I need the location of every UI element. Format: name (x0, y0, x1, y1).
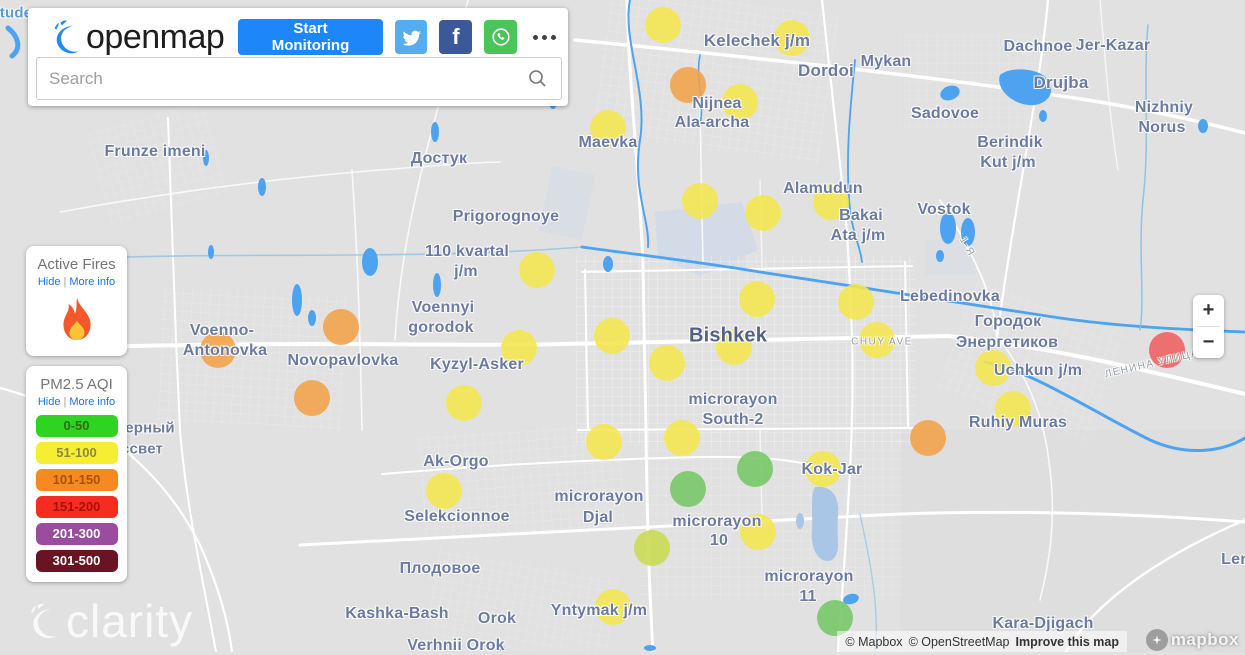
mapbox-attribution: © Mapbox (845, 634, 903, 649)
facebook-icon: f (452, 24, 460, 49)
aqi-marker[interactable] (595, 589, 631, 625)
more-options-button[interactable] (531, 29, 558, 46)
aqi-marker[interactable] (200, 332, 236, 368)
aqi-legend-item: 51-100 (35, 442, 118, 464)
aqi-marker[interactable] (1149, 332, 1185, 368)
aqi-marker[interactable] (670, 471, 706, 507)
active-fires-title: Active Fires (37, 256, 116, 273)
active-fires-more-info-link[interactable]: More info (69, 276, 115, 288)
map-attribution: © Mapbox © OpenStreetMap Improve this ma… (837, 631, 1127, 652)
aqi-marker[interactable] (670, 67, 706, 103)
aqi-marker[interactable] (634, 530, 670, 566)
active-fires-hide-link[interactable]: Hide (38, 276, 61, 288)
aqi-marker[interactable] (995, 391, 1031, 427)
aqi-marker[interactable] (586, 424, 622, 460)
aqi-marker[interactable] (645, 7, 681, 43)
facebook-button[interactable]: f (439, 20, 473, 54)
search-box (36, 57, 562, 100)
search-icon[interactable] (527, 68, 549, 90)
aqi-legend-card: PM2.5 AQI Hide | More info 0-50 51-100 101-1… (26, 366, 127, 582)
aqi-marker[interactable] (722, 84, 758, 120)
aqi-marker[interactable] (664, 420, 700, 456)
aqi-marker[interactable] (910, 420, 946, 456)
mapbox-logo-icon (1145, 629, 1168, 651)
active-fires-card: Active Fires Hide | More info (26, 246, 127, 356)
aqi-marker[interactable] (859, 322, 895, 358)
aqi-legend-item: 301-500 (35, 550, 118, 572)
aqi-marker[interactable] (774, 20, 810, 56)
aqi-marker[interactable] (649, 345, 685, 381)
whatsapp-button[interactable] (484, 20, 517, 54)
aqi-marker[interactable] (501, 330, 537, 366)
aqi-legend-more-info-link[interactable]: More info (69, 396, 115, 408)
mapbox-logo[interactable]: mapbox (1145, 629, 1239, 651)
aqi-marker[interactable] (745, 195, 781, 231)
osm-attribution: © OpenStreetMap (908, 634, 1010, 649)
twitter-icon (401, 27, 421, 47)
fire-icon (26, 296, 127, 349)
improve-this-map-link[interactable]: Improve this map (1016, 635, 1120, 649)
aqi-marker[interactable] (519, 252, 555, 288)
start-monitoring-button[interactable]: Start Monitoring (238, 19, 383, 55)
aqi-legend-item: 101-150 (35, 469, 118, 491)
header-card: openmap Start Monitoring f (28, 8, 568, 106)
aqi-marker[interactable] (739, 281, 775, 317)
aqi-legend-item: 201-300 (35, 523, 118, 545)
aqi-marker[interactable] (294, 380, 330, 416)
aqi-legend-hide-link[interactable]: Hide (38, 396, 61, 408)
aqi-marker[interactable] (426, 473, 462, 509)
aqi-marker[interactable] (813, 184, 849, 220)
aqi-marker[interactable] (737, 451, 773, 487)
aqi-marker[interactable] (590, 110, 626, 146)
mapbox-logo-text: mapbox (1170, 630, 1239, 649)
aqi-legend-item: 0-50 (35, 415, 118, 437)
aqi-marker[interactable] (716, 329, 752, 365)
aqi-marker[interactable] (975, 350, 1011, 386)
zoom-controls: + − (1193, 295, 1224, 358)
aqi-marker[interactable] (594, 318, 630, 354)
zoom-in-button[interactable]: + (1193, 295, 1224, 326)
aqi-marker[interactable] (682, 183, 718, 219)
openmap-logo[interactable]: openmap (46, 16, 225, 58)
aqi-legend-item: 151-200 (35, 496, 118, 518)
openmap-logo-icon (46, 16, 84, 58)
aqi-legend-title: PM2.5 AQI (40, 376, 113, 393)
twitter-button[interactable] (394, 20, 428, 54)
aqi-marker[interactable] (323, 309, 359, 345)
zoom-out-button[interactable]: − (1193, 327, 1224, 358)
aqi-marker[interactable] (838, 284, 874, 320)
openmap-logo-text: openmap (86, 18, 225, 56)
aqi-marker[interactable] (805, 451, 841, 487)
aqi-legend-items: 0-50 51-100 101-150 151-200 201-300 301-500 (26, 415, 127, 572)
search-input[interactable] (37, 68, 527, 89)
aqi-marker[interactable] (446, 385, 482, 421)
whatsapp-icon (490, 26, 512, 48)
aqi-marker[interactable] (740, 514, 776, 550)
